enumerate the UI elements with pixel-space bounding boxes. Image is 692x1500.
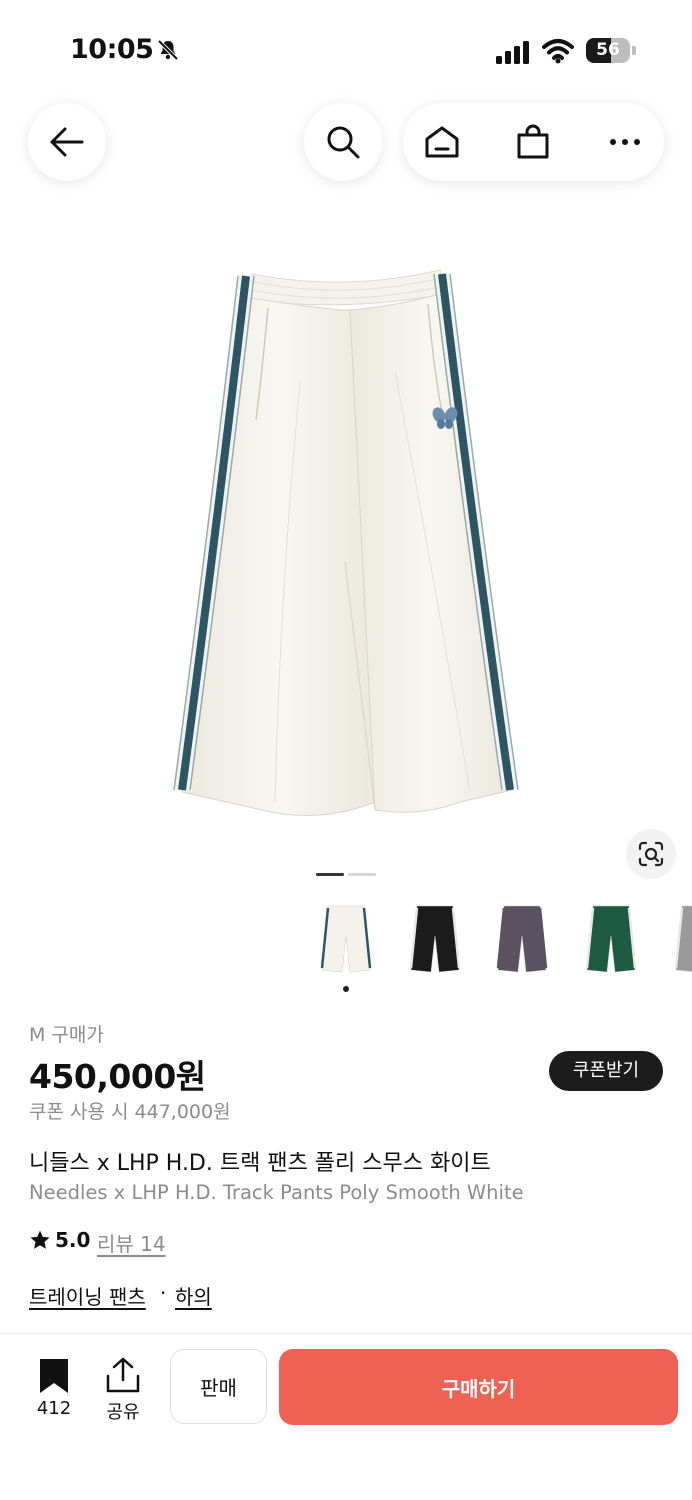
subcategory-link[interactable]: 하의 [175,1281,212,1310]
cellular-signal-icon [496,41,529,64]
shopping-bag-icon [517,124,549,159]
selected-thumbnail-dot [343,986,349,992]
more-options-button[interactable] [589,103,661,181]
back-arrow-icon [50,127,84,157]
header-actions-pill [403,103,664,181]
category-link[interactable]: 트레이닝 팬츠 [29,1281,146,1310]
page-indicator-active [316,873,344,876]
product-name-ko: 니들스 x LHP H.D. 트랙 팬츠 폴리 스무스 화이트 [29,1151,491,1176]
status-time: 10:05 [70,34,154,65]
product-image[interactable] [170,262,520,827]
share-icon[interactable] [105,1356,141,1394]
category-separator: · [160,1281,167,1305]
buy-button[interactable]: 구매하기 [279,1349,678,1425]
coupon-button[interactable]: 쿠폰받기 [549,1051,663,1091]
reviews-link[interactable]: 리뷰 14 [97,1228,166,1257]
color-thumbnail-white[interactable] [314,900,378,978]
share-label: 공유 [106,1402,140,1423]
color-thumbnail-green[interactable] [579,900,643,978]
battery-percent: 56 [596,40,620,60]
rating-score: 5.0 [55,1228,91,1252]
star-icon [30,1230,50,1249]
search-button[interactable] [304,103,382,181]
lens-scan-icon [638,841,664,867]
home-icon [425,126,459,158]
sell-button[interactable]: 판매 [170,1349,267,1424]
shopping-bag-button[interactable] [497,103,569,181]
bookmark-icon[interactable] [38,1357,70,1395]
divider [0,1333,692,1334]
more-icon [610,139,640,145]
wifi-icon [542,39,574,64]
home-button[interactable] [406,103,478,181]
visual-search-button[interactable] [626,829,676,879]
size-price-label: M 구매가 [29,1024,104,1046]
bell-off-icon [157,39,179,61]
back-button[interactable] [28,103,106,181]
bookmark-count: 412 [36,1398,72,1419]
color-thumbnail-gray[interactable] [668,900,692,978]
page-indicator [348,873,376,876]
color-thumbnail-black[interactable] [403,900,467,978]
coupon-price: 쿠폰 사용 시 447,000원 [29,1101,231,1123]
product-name-en: Needles x LHP H.D. Track Pants Poly Smoo… [29,1181,524,1204]
color-thumbnail-purple[interactable] [490,900,554,978]
price: 450,000원 [29,1057,206,1096]
search-icon [327,126,360,159]
battery-indicator: 56 [586,38,636,63]
